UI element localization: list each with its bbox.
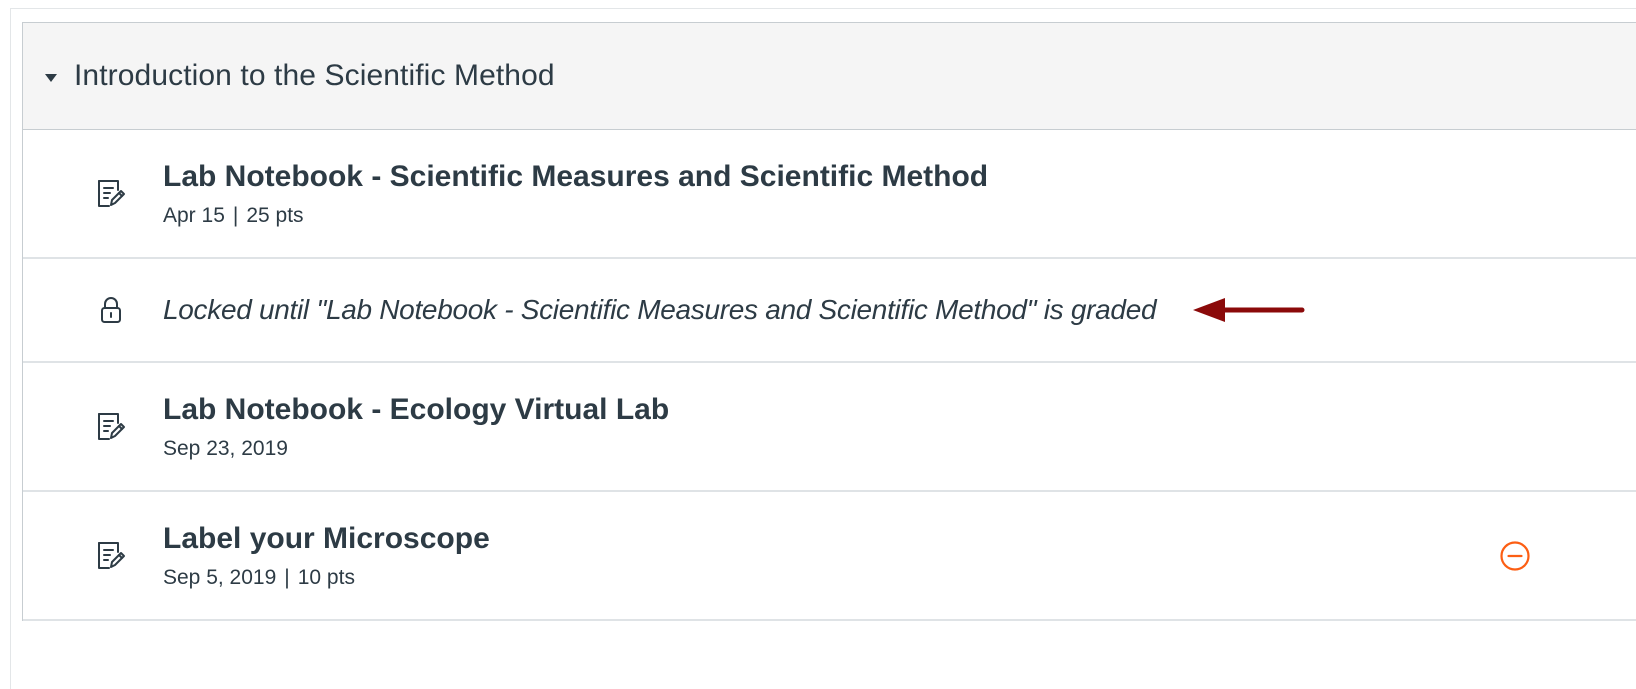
- item-details: Sep 23, 2019: [163, 436, 669, 462]
- minus-circle-icon[interactable]: [1499, 540, 1531, 572]
- locked-requirement-text: Locked until "Lab Notebook - Scientific …: [163, 294, 1157, 325]
- module-header[interactable]: Introduction to the Scientific Method: [23, 23, 1636, 130]
- points: 25 pts: [246, 203, 304, 227]
- assignment-title-link[interactable]: Lab Notebook - Scientific Measures and S…: [163, 159, 988, 195]
- points: 10 pts: [297, 565, 355, 589]
- item-body: Lab Notebook - Scientific Measures and S…: [163, 159, 988, 229]
- item-body: Label your Microscope Sep 5, 2019 | 10 pts: [163, 521, 490, 591]
- module-item: Lab Notebook - Ecology Virtual Lab Sep 2…: [23, 363, 1636, 492]
- item-details: Apr 15 | 25 pts: [163, 203, 988, 229]
- arrow-left-icon: [1193, 298, 1305, 322]
- meta-separator: |: [284, 565, 290, 589]
- meta-separator: |: [232, 203, 239, 227]
- assignment-title-link[interactable]: Lab Notebook - Ecology Virtual Lab: [163, 392, 669, 428]
- due-date: Sep 23, 2019: [163, 436, 288, 460]
- assignment-icon: [96, 540, 126, 572]
- module-item: Label your Microscope Sep 5, 2019 | 10 pts: [23, 492, 1636, 621]
- assignment-icon: [96, 178, 126, 210]
- module-item-locked: Locked until "Lab Notebook - Scientific …: [23, 259, 1636, 363]
- assignment-title-link[interactable]: Label your Microscope: [163, 521, 490, 557]
- module-title: Introduction to the Scientific Method: [74, 59, 555, 92]
- item-body: Locked until "Lab Notebook - Scientific …: [163, 294, 1157, 326]
- due-date: Sep 5, 2019: [163, 565, 277, 589]
- item-body: Lab Notebook - Ecology Virtual Lab Sep 2…: [163, 392, 669, 462]
- module-container: Introduction to the Scientific Method La…: [22, 22, 1636, 621]
- due-date: Apr 15: [163, 203, 225, 227]
- lock-icon: [96, 294, 126, 326]
- module-item: Lab Notebook - Scientific Measures and S…: [23, 130, 1636, 259]
- caret-down-icon[interactable]: [45, 74, 57, 82]
- assignment-icon: [96, 411, 126, 443]
- item-details: Sep 5, 2019 | 10 pts: [163, 565, 490, 591]
